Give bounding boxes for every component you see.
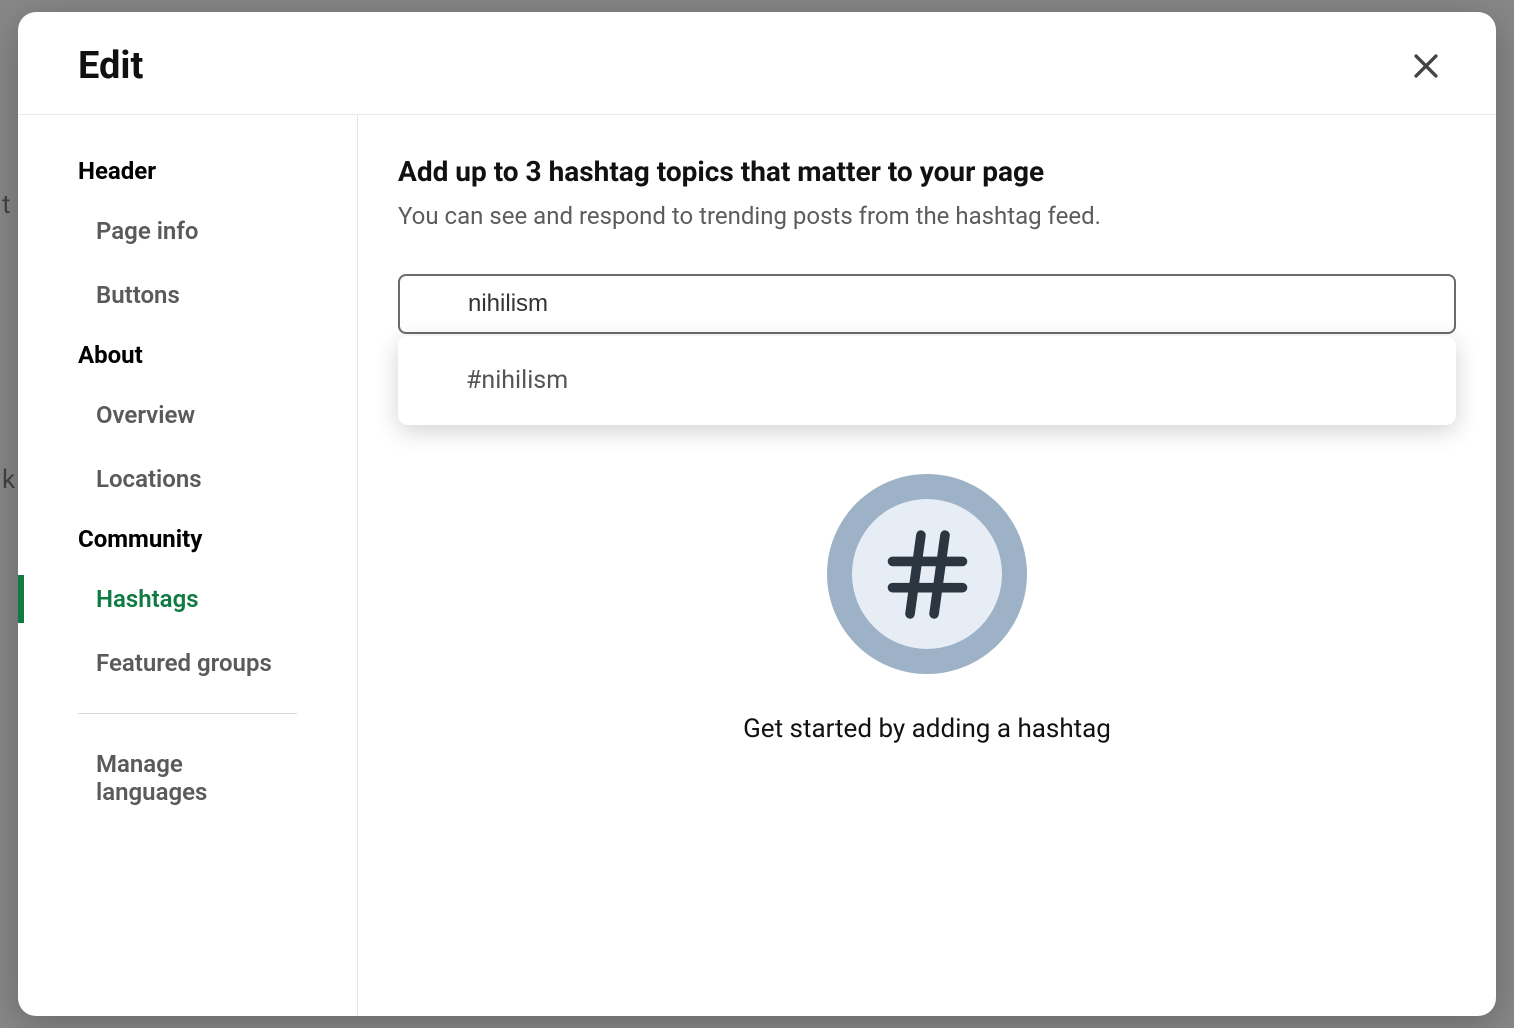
content-subtitle: You can see and respond to trending post… xyxy=(398,202,1456,230)
sidebar-item-manage-languages[interactable]: Manage languages xyxy=(18,732,357,824)
sidebar-divider xyxy=(78,713,297,714)
sidebar-item-overview[interactable]: Overview xyxy=(18,383,357,447)
sidebar-section-about: About xyxy=(18,327,357,383)
hashtag-suggestion-item[interactable]: #nihilism xyxy=(398,344,1456,417)
hashtag-search-input[interactable] xyxy=(398,274,1456,334)
edit-modal: Edit Header Page info Buttons About Over… xyxy=(18,12,1496,1016)
sidebar-section-header: Header xyxy=(18,143,357,199)
hashtag-illustration-inner xyxy=(852,499,1002,649)
sidebar-item-page-info[interactable]: Page info xyxy=(18,199,357,263)
modal-title: Edit xyxy=(78,44,143,88)
sidebar-item-locations[interactable]: Locations xyxy=(18,447,357,511)
empty-state-text: Get started by adding a hashtag xyxy=(743,714,1111,744)
hashtag-search-wrapper: #nihilism xyxy=(398,274,1456,334)
sidebar: Header Page info Buttons About Overview … xyxy=(18,115,358,1016)
content-title: Add up to 3 hashtag topics that matter t… xyxy=(398,155,1456,188)
sidebar-section-community: Community xyxy=(18,511,357,567)
close-icon xyxy=(1409,49,1443,83)
modal-body: Header Page info Buttons About Overview … xyxy=(18,115,1496,1016)
empty-state: Get started by adding a hashtag xyxy=(398,474,1456,744)
close-button[interactable] xyxy=(1404,44,1448,88)
hashtag-illustration xyxy=(827,474,1027,674)
sidebar-item-featured-groups[interactable]: Featured groups xyxy=(18,631,357,695)
sidebar-item-buttons[interactable]: Buttons xyxy=(18,263,357,327)
modal-header: Edit xyxy=(18,12,1496,115)
content-pane: Add up to 3 hashtag topics that matter t… xyxy=(358,115,1496,1016)
sidebar-item-hashtags[interactable]: Hashtags xyxy=(18,567,357,631)
hashtag-suggestion-dropdown: #nihilism xyxy=(398,336,1456,425)
hashtag-icon xyxy=(875,522,980,627)
